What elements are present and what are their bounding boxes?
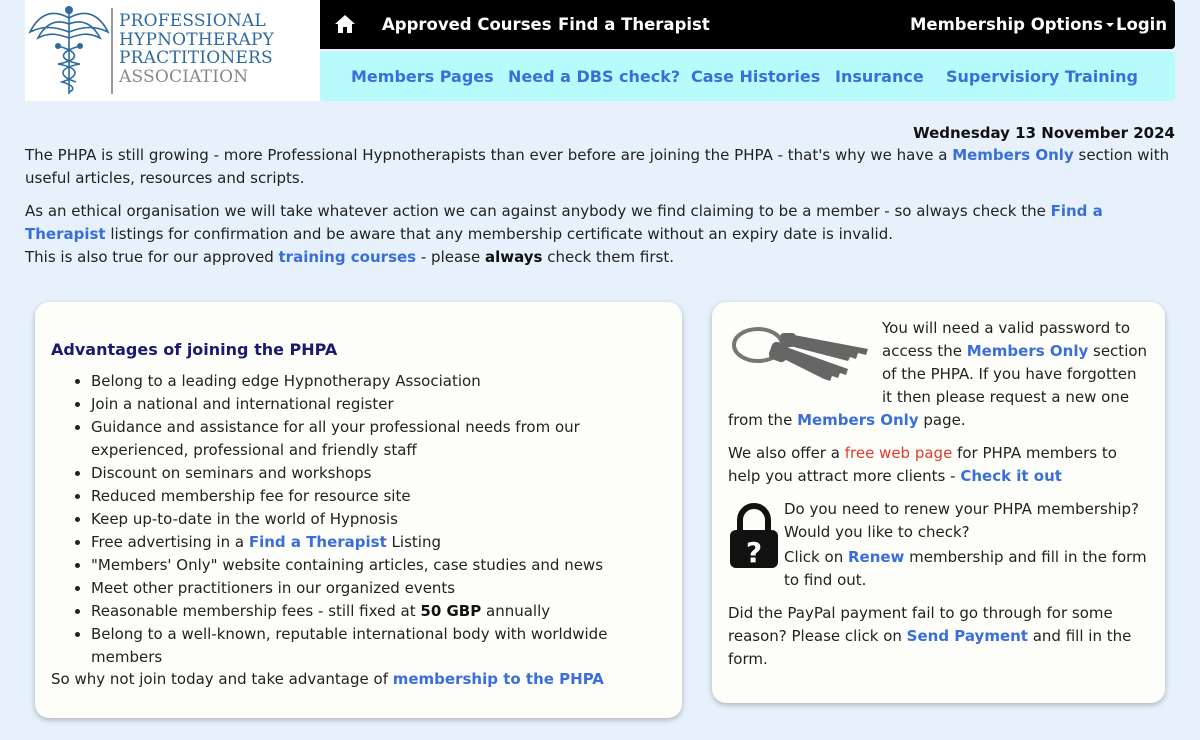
password-text-end: page. — [918, 411, 966, 429]
keys-icon — [732, 327, 868, 381]
find-therapist-listing-link[interactable]: Find a Therapist — [249, 533, 387, 551]
free-web-page-info: We also offer a free web page for PHPA m… — [728, 442, 1148, 488]
members-only-link-side[interactable]: Members Only — [967, 342, 1089, 360]
list-item: Guidance and assistance for all your pro… — [91, 416, 661, 462]
top-nav: Approved Courses Find a Therapist Member… — [320, 0, 1175, 49]
advantages-closing: So why not join today and take advantage… — [51, 668, 604, 691]
list-item: Meet other practitioners in our organize… — [91, 577, 661, 600]
list-item-text: Free advertising in a — [91, 533, 249, 551]
subnav-members-pages[interactable]: Members Pages — [351, 52, 494, 101]
caduceus-icon — [28, 6, 110, 94]
intro-text: The PHPA is still growing - more Profess… — [25, 144, 1180, 279]
payment-info: Did the PayPal payment fail to go throug… — [728, 602, 1148, 671]
logo-line-1: PROFESSIONAL — [119, 11, 266, 31]
nav-membership-options-label: Membership Options — [910, 15, 1104, 34]
nav-membership-options[interactable]: Membership Options — [910, 0, 1115, 49]
advantages-title: Advantages of joining the PHPA — [51, 340, 338, 359]
training-courses-link[interactable]: training courses — [279, 248, 417, 266]
web-text: We also offer a — [728, 444, 845, 462]
list-item-text-end: Listing — [386, 533, 441, 551]
list-item: Keep up-to-date in the world of Hypnosis — [91, 508, 661, 531]
send-payment-link[interactable]: Send Payment — [907, 627, 1028, 645]
nav-approved-courses[interactable]: Approved Courses — [382, 0, 552, 49]
list-item: Reasonable membership fees - still fixed… — [91, 600, 661, 623]
intro-paragraph-1: The PHPA is still growing - more Profess… — [25, 144, 1180, 190]
intro-p2-text-end: listings for confirmation and be aware t… — [105, 225, 893, 243]
sub-nav: Members Pages Need a DBS check? Case His… — [320, 52, 1175, 101]
intro-p2-text: As an ethical organisation we will take … — [25, 202, 1051, 220]
members-only-page-link[interactable]: Members Only — [797, 411, 919, 429]
list-item: Reduced membership fee for resource site — [91, 485, 661, 508]
caret-down-icon — [1106, 23, 1115, 27]
membership-link[interactable]: membership to the PHPA — [393, 670, 604, 688]
members-info-content: You will need a valid password to access… — [728, 317, 1148, 681]
membership-fee-amount: 50 GBP — [420, 602, 482, 620]
site-logo[interactable]: PROFESSIONAL HYPNOTHERAPY PRACTITIONERS … — [25, 0, 320, 101]
list-item: "Members' Only" website containing artic… — [91, 554, 661, 577]
logo-divider — [111, 8, 113, 94]
renew-question: Do you need to renew your PHPA membershi… — [784, 500, 1140, 541]
intro-paragraph-3: This is also true for our approved train… — [25, 246, 1180, 269]
padlock-question-icon: ? — [730, 503, 778, 569]
subnav-insurance[interactable]: Insurance — [835, 52, 924, 101]
advantages-list: Belong to a leading edge Hypnotherapy As… — [51, 370, 661, 669]
list-item-text-end: annually — [481, 602, 551, 620]
intro-p1-text: The PHPA is still growing - more Profess… — [25, 146, 953, 164]
nav-find-therapist[interactable]: Find a Therapist — [558, 0, 710, 49]
intro-always-emphasis: always — [484, 248, 543, 266]
subnav-supervisory-training[interactable]: Supervisiory Training — [946, 52, 1138, 101]
list-item-text: Reasonable membership fees - still fixed… — [91, 602, 421, 620]
intro-p3-text-end: check them first. — [542, 248, 674, 266]
current-date: Wednesday 13 November 2024 — [913, 124, 1175, 142]
advantages-card: Advantages of joining the PHPA Belong to… — [35, 302, 682, 718]
intro-paragraph-2: As an ethical organisation we will take … — [25, 200, 1180, 246]
intro-p3-text: This is also true for our approved — [25, 248, 279, 266]
logo-wordmark: PROFESSIONAL HYPNOTHERAPY PRACTITIONERS … — [119, 12, 274, 86]
logo-line-2: HYPNOTHERAPY — [119, 29, 275, 50]
logo-line-4: ASSOCIATION — [119, 66, 249, 87]
list-item: Discount on seminars and workshops — [91, 462, 661, 485]
home-icon[interactable] — [334, 14, 356, 34]
free-web-page-link[interactable]: free web page — [845, 444, 953, 462]
list-item: Belong to a well-known, reputable intern… — [91, 623, 661, 669]
closing-text: So why not join today and take advantage… — [51, 670, 393, 688]
nav-login[interactable]: Login — [1116, 0, 1167, 49]
svg-text:?: ? — [746, 536, 762, 569]
list-item: Free advertising in a Find a Therapist L… — [91, 531, 661, 554]
site-header: PROFESSIONAL HYPNOTHERAPY PRACTITIONERS … — [25, 0, 1175, 101]
list-item: Join a national and international regist… — [91, 393, 661, 416]
renew-link[interactable]: Renew — [848, 548, 904, 566]
subnav-case-histories[interactable]: Case Histories — [691, 52, 820, 101]
logo-line-3: PRACTITIONERS — [119, 48, 273, 68]
members-info-card: You will need a valid password to access… — [712, 302, 1165, 703]
list-item: Belong to a leading edge Hypnotherapy As… — [91, 370, 661, 393]
check-it-out-link[interactable]: Check it out — [960, 467, 1062, 485]
members-only-link[interactable]: Members Only — [952, 146, 1074, 164]
intro-p3-text-mid: - please — [416, 248, 485, 266]
renew-info: Click on Renew membership and fill in th… — [728, 546, 1148, 592]
renew-text: Click on — [784, 548, 848, 566]
subnav-dbs-check[interactable]: Need a DBS check? — [508, 52, 680, 101]
